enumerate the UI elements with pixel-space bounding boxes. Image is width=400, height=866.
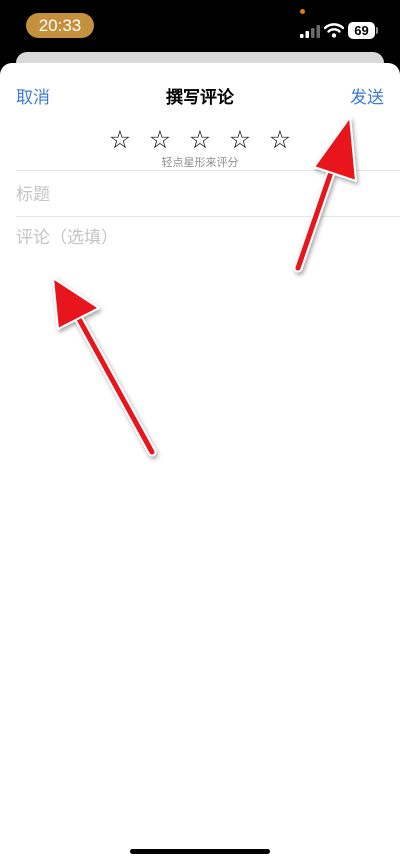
arrow-to-send-icon [293,116,357,273]
arrow-to-comment-icon [52,277,157,457]
annotation-arrows [52,116,357,457]
